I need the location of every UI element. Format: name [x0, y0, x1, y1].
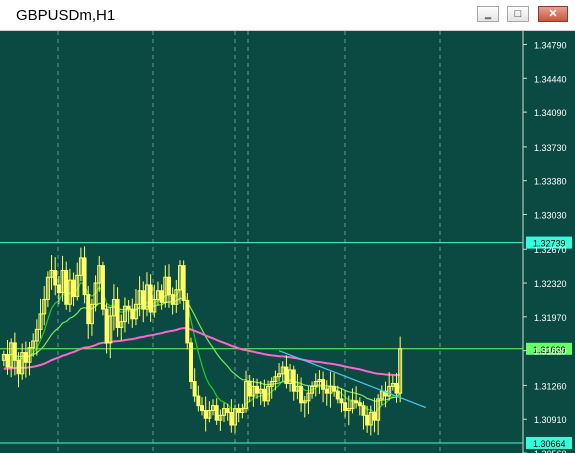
candle-body: [185, 299, 190, 344]
candle-body: [159, 290, 164, 303]
candle-body: [361, 405, 366, 416]
candle-body: [284, 366, 289, 384]
candle-body: [188, 342, 193, 383]
candle-body: [181, 265, 186, 301]
tick-label: 1.31620: [534, 347, 567, 357]
candle-body: [196, 395, 201, 407]
tick-label: 1.30560: [534, 449, 567, 453]
candle-body: [394, 382, 399, 394]
candle-body: [166, 276, 171, 296]
candle-body: [86, 294, 91, 325]
candle-body: [291, 369, 296, 392]
candle-body: [214, 405, 219, 421]
minimize-button[interactable]: ‗: [477, 6, 499, 22]
maximize-button[interactable]: □: [507, 6, 529, 22]
candle-body: [324, 388, 329, 394]
candle-body: [332, 385, 337, 392]
tick-label: 1.30910: [534, 415, 567, 425]
candle-body: [255, 385, 260, 394]
candle-body: [192, 381, 197, 397]
close-button[interactable]: ✕: [538, 6, 568, 22]
tick-label: 1.33730: [534, 143, 567, 153]
candle-body: [354, 400, 359, 404]
title-bar[interactable]: GBPUSDm,H1 ‗ □ ✕: [0, 0, 575, 31]
candle-body: [56, 284, 61, 294]
candle-body: [16, 359, 21, 375]
candle-body: [236, 408, 241, 413]
candle-body: [100, 265, 105, 310]
minimize-icon: ‗: [484, 8, 492, 20]
close-icon: ✕: [548, 8, 558, 20]
candle-body: [225, 408, 230, 413]
candle-body: [365, 414, 370, 426]
candle-body: [372, 411, 377, 421]
candle-body: [339, 398, 344, 404]
candle-body: [126, 305, 131, 310]
candle-body: [299, 385, 304, 404]
level-label: 1.30664: [533, 439, 566, 449]
candle-body: [64, 269, 69, 305]
candle-body: [115, 298, 120, 328]
candle-body: [200, 405, 204, 412]
price-chart[interactable]: 1.327391.316391.30664 1.347901.344401.34…: [0, 31, 575, 453]
candle-body: [53, 269, 58, 286]
tick-label: 1.34790: [534, 41, 567, 51]
tick-label: 1.33380: [534, 177, 567, 187]
candle-body: [229, 411, 234, 426]
candle-body: [23, 352, 28, 363]
tick-label: 1.31260: [534, 381, 567, 391]
candle-body: [5, 354, 10, 368]
candle-body: [335, 390, 340, 400]
candle-body: [71, 279, 76, 298]
chart-window: GBPUSDm,H1 ‗ □ ✕ 1.32739 1.31639 1.30664 1…: [0, 0, 575, 453]
candle-body: [343, 402, 348, 412]
candle-body: [247, 381, 252, 397]
candle-body: [321, 379, 326, 390]
tick-label: 1.32670: [534, 245, 567, 255]
candle-body: [12, 342, 17, 361]
tick-label: 1.34090: [534, 108, 567, 118]
candle-body: [357, 402, 362, 407]
tick-label: 1.31970: [534, 313, 567, 323]
candle-body: [130, 308, 135, 320]
tick-label: 1.32320: [534, 279, 567, 289]
tick-label: 1.34440: [534, 74, 567, 84]
candle-body: [141, 290, 146, 310]
candle-body: [148, 284, 153, 313]
candle-body: [262, 388, 267, 402]
candle-body: [104, 308, 109, 344]
candle-body: [82, 257, 87, 296]
maximize-icon: □: [514, 8, 522, 20]
candle-body: [203, 410, 208, 419]
window-title: GBPUSDm,H1: [16, 7, 116, 24]
tick-label: 1.33030: [534, 210, 567, 220]
candle-body: [170, 294, 175, 305]
